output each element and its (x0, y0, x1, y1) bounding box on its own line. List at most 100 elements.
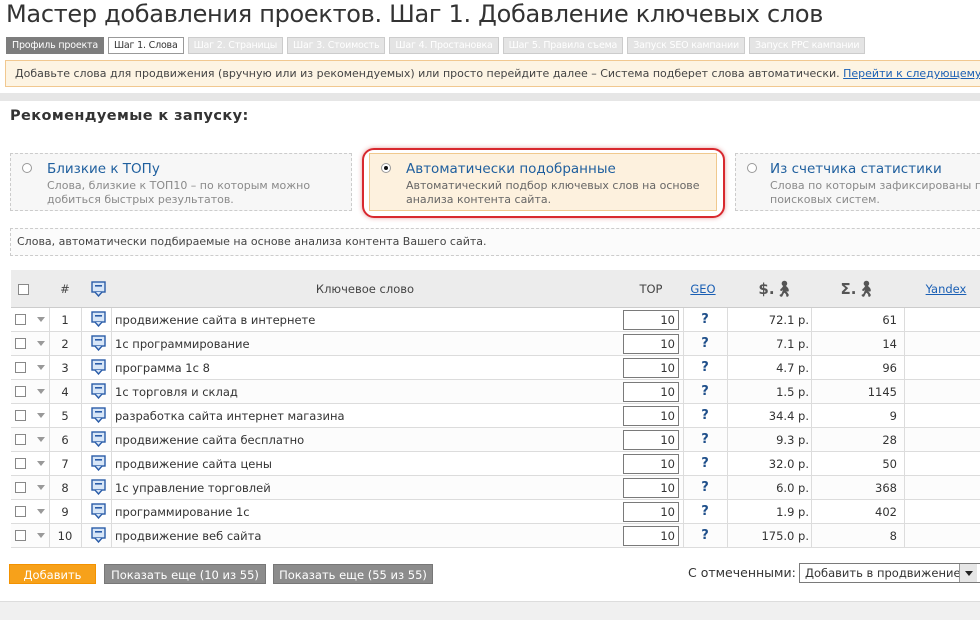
comment-icon[interactable] (91, 407, 106, 423)
geo-help-icon[interactable]: ? (697, 452, 713, 476)
row-number: 3 (61, 361, 69, 375)
geo-help-icon[interactable]: ? (697, 476, 713, 500)
tab-seo-launch: Запуск SEO кампании (627, 37, 745, 54)
row-checkbox[interactable] (15, 530, 26, 541)
column-divider (683, 428, 684, 452)
top-input[interactable]: 10 (623, 334, 679, 354)
table-row: 3 программа 1с 8 10? 4.7 р. 96 (11, 356, 980, 380)
tab-project-profile[interactable]: Профиль проекта (6, 37, 104, 54)
column-divider (49, 380, 50, 404)
top-input[interactable]: 10 (623, 478, 679, 498)
top-input[interactable]: 10 (623, 454, 679, 474)
comment-icon[interactable] (91, 431, 106, 447)
geo-help-icon[interactable]: ? (697, 428, 713, 452)
next-step-link[interactable]: Перейти к следующему шагу (843, 67, 980, 80)
row-checkbox[interactable] (15, 362, 26, 373)
top-input[interactable]: 10 (623, 502, 679, 522)
row-checkbox[interactable] (15, 314, 26, 325)
row-checkbox[interactable] (15, 410, 26, 421)
row-menu-arrow-icon[interactable] (37, 365, 45, 370)
row-menu-arrow-icon[interactable] (37, 461, 45, 466)
comment-icon[interactable] (91, 479, 106, 495)
row-checkbox[interactable] (15, 386, 26, 397)
top-input[interactable]: 10 (623, 526, 679, 546)
column-divider (811, 332, 812, 356)
comment-icon[interactable] (91, 503, 106, 519)
column-divider (904, 356, 905, 380)
geo-help-icon[interactable]: ? (697, 356, 713, 380)
row-checkbox[interactable] (15, 458, 26, 469)
row-number: 5 (61, 409, 69, 423)
radio-from-counter[interactable] (747, 163, 757, 173)
column-divider (111, 524, 112, 548)
keyword-cell: 1с программирование (115, 337, 250, 351)
row-checkbox[interactable] (15, 434, 26, 445)
column-divider (49, 404, 50, 428)
tab-step5-rules: Шаг 5. Правила съема (502, 37, 624, 54)
header-yandex[interactable]: Yandex (911, 270, 980, 308)
option-from-counter[interactable]: Из счетчика статистики Слова по которым … (735, 153, 980, 211)
column-divider (683, 524, 684, 548)
column-divider (49, 332, 50, 356)
keyword-cell: продвижение веб сайта (115, 529, 262, 543)
row-checkbox[interactable] (15, 338, 26, 349)
table-row: 4 1с торговля и склад 10? 1.5 р. 1145 (11, 380, 980, 404)
keyword-cell: разработка сайта интернет магазина (115, 409, 345, 423)
price-cell: 1.9 р. (776, 505, 809, 519)
row-menu-arrow-icon[interactable] (37, 533, 45, 538)
geo-help-icon[interactable]: ? (697, 308, 713, 332)
top-input[interactable]: 10 (623, 358, 679, 378)
keyword-cell: программа 1с 8 (115, 361, 210, 375)
row-menu-arrow-icon[interactable] (37, 509, 45, 514)
option-desc: Слова, близкие к ТОП10 – по которым можн… (47, 179, 311, 192)
top-input[interactable]: 10 (623, 310, 679, 330)
tab-step1-words[interactable]: Шаг 1. Слова (107, 37, 184, 54)
header-num: # (60, 282, 70, 296)
chevron-down-icon[interactable] (959, 564, 977, 582)
row-menu-arrow-icon[interactable] (37, 437, 45, 442)
comment-icon[interactable] (91, 383, 106, 399)
header-sum[interactable]: Σ.🚶︎ (823, 270, 893, 308)
comment-icon[interactable] (91, 455, 106, 471)
row-menu-arrow-icon[interactable] (37, 317, 45, 322)
column-divider (811, 356, 812, 380)
column-divider (683, 380, 684, 404)
row-menu-arrow-icon[interactable] (37, 413, 45, 418)
row-menu-arrow-icon[interactable] (37, 389, 45, 394)
comment-icon[interactable] (91, 527, 106, 543)
top-input[interactable]: 10 (623, 382, 679, 402)
top-input[interactable]: 10 (623, 430, 679, 450)
row-menu-arrow-icon[interactable] (37, 341, 45, 346)
add-button[interactable]: Добавить (9, 564, 96, 584)
header-price[interactable]: $.🚶︎ (741, 270, 811, 308)
column-divider (111, 452, 112, 476)
show-more-10-button[interactable]: Показать еще (10 из 55) (104, 564, 266, 584)
show-more-55-button[interactable]: Показать еще (55 из 55) (273, 564, 433, 584)
radio-close-to-top[interactable] (22, 163, 32, 173)
comment-icon[interactable] (91, 359, 106, 375)
row-menu-arrow-icon[interactable] (37, 485, 45, 490)
select-all-checkbox[interactable] (17, 284, 29, 295)
top-input[interactable]: 10 (623, 406, 679, 426)
geo-help-icon[interactable]: ? (697, 380, 713, 404)
geo-help-icon[interactable]: ? (697, 404, 713, 428)
geo-help-icon[interactable]: ? (697, 500, 713, 524)
keyword-cell: 1с управление торговлей (115, 481, 271, 495)
row-checkbox[interactable] (15, 506, 26, 517)
row-checkbox[interactable] (15, 482, 26, 493)
price-cell: 72.1 р. (768, 313, 809, 327)
comment-icon[interactable] (91, 335, 106, 351)
with-selected-label: С отмеченными: (688, 565, 796, 580)
header-top[interactable]: TOP (623, 270, 679, 308)
header-keyword[interactable]: Ключевое слово (111, 270, 619, 308)
bulk-action-select[interactable]: Добавить в продвижение (799, 563, 980, 583)
column-divider (683, 476, 684, 500)
comment-icon[interactable] (91, 311, 106, 327)
geo-help-icon[interactable]: ? (697, 332, 713, 356)
column-divider (811, 308, 812, 332)
price-cell: 9.3 р. (776, 433, 809, 447)
option-close-to-top[interactable]: Близкие к ТОПу Слова, близкие к ТОП10 – … (10, 153, 352, 211)
header-geo[interactable]: GEO (683, 270, 723, 308)
geo-help-icon[interactable]: ? (697, 524, 713, 548)
price-cell: 34.4 р. (768, 409, 809, 423)
